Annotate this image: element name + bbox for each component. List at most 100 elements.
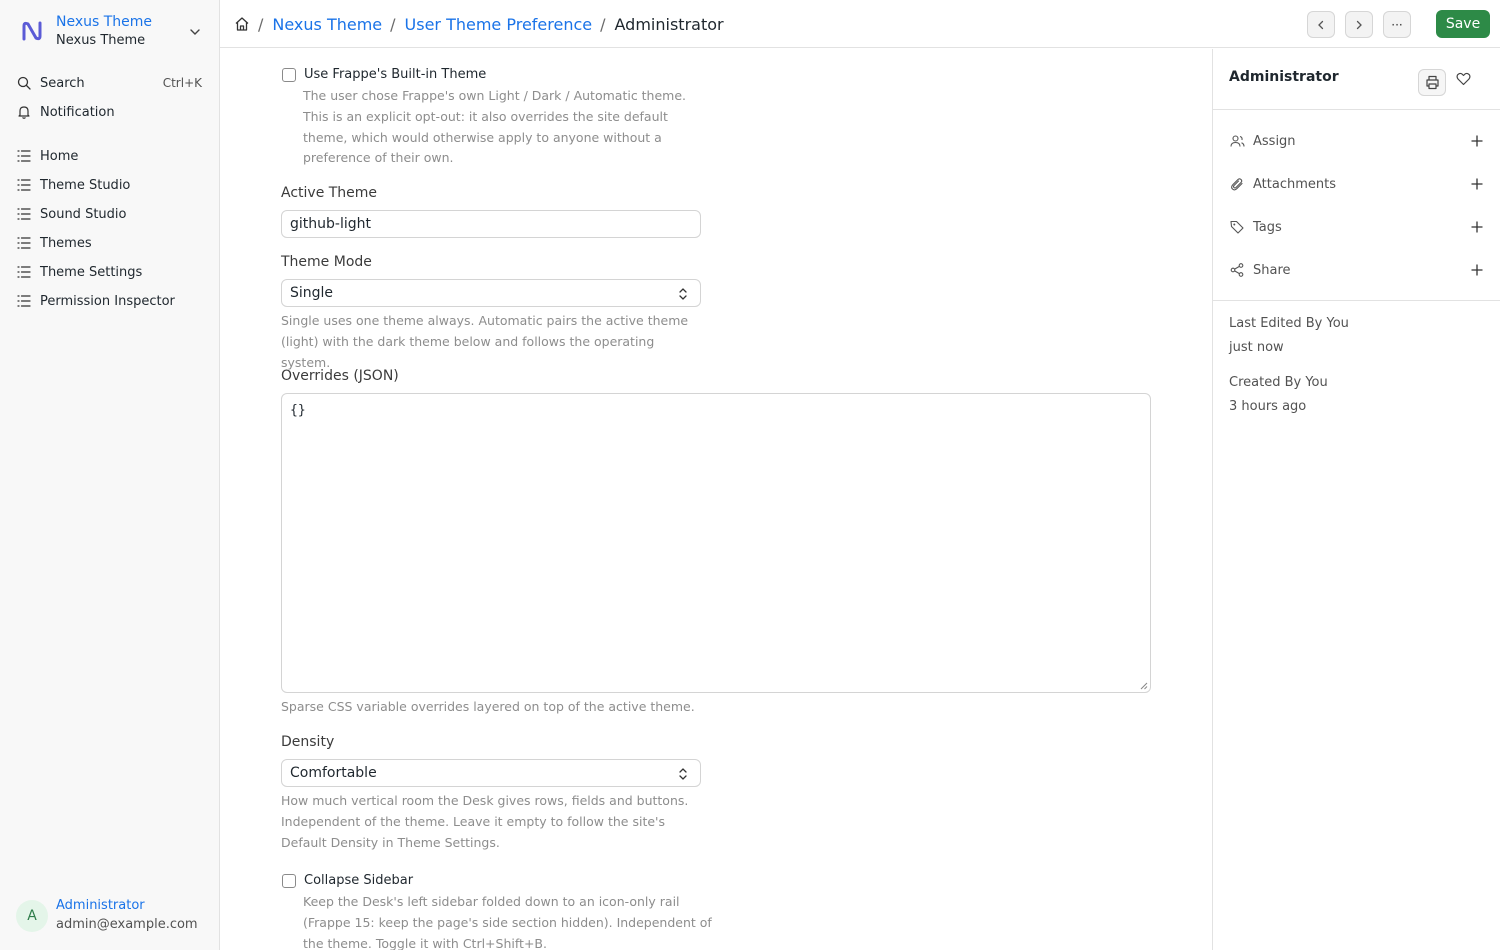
nexus-logo-icon <box>22 21 42 41</box>
avatar: A <box>16 900 48 932</box>
user-name: Administrator <box>56 898 145 913</box>
chevron-down-icon <box>190 29 200 35</box>
tags-label: Tags <box>1253 219 1282 235</box>
chevron-left-icon <box>1318 20 1324 29</box>
sidebar-item-label: Theme Settings <box>40 264 143 280</box>
sidebar-item-theme-settings[interactable]: Theme Settings <box>8 258 212 286</box>
builtin-theme-help: The user chose Frappe's own Light / Dark… <box>303 88 687 166</box>
search-label: Search <box>40 75 85 91</box>
assign-label: Assign <box>1253 133 1296 149</box>
assign-row[interactable]: Assign <box>1229 131 1485 151</box>
created-label: Created By You <box>1229 375 1328 390</box>
notification-button[interactable]: Notification <box>8 98 212 126</box>
notification-label: Notification <box>40 104 115 120</box>
user-menu[interactable]: A Administrator admin@example.com <box>16 898 212 934</box>
list-icon <box>16 148 32 164</box>
density-label: Density <box>281 734 335 750</box>
collapse-sidebar-checkbox[interactable] <box>282 873 296 888</box>
plus-icon[interactable] <box>1469 133 1485 149</box>
next-button[interactable] <box>1345 11 1373 38</box>
theme-mode-select[interactable]: Single <box>281 279 701 307</box>
list-icon <box>16 264 32 280</box>
breadcrumb: / Nexus Theme / User Theme Preference / … <box>234 12 724 36</box>
attachments-label: Attachments <box>1253 176 1336 192</box>
previous-button[interactable] <box>1307 11 1335 38</box>
top-bar: / Nexus Theme / User Theme Preference / … <box>220 0 1500 48</box>
builtin-theme-checkbox[interactable] <box>282 67 296 82</box>
chevron-right-icon <box>1356 20 1362 29</box>
users-icon <box>1229 133 1245 149</box>
app-title: Nexus Theme <box>56 14 153 30</box>
sidebar-item-label: Permission Inspector <box>40 293 175 309</box>
list-icon <box>16 206 32 222</box>
plus-icon[interactable] <box>1469 262 1485 278</box>
print-button[interactable] <box>1418 69 1446 96</box>
sidebar-item-sound-studio[interactable]: Sound Studio <box>8 200 212 228</box>
document-title: Administrator <box>1229 69 1339 85</box>
heart-icon <box>1456 72 1470 85</box>
collapse-sidebar-checkbox-row[interactable]: Collapse Sidebar <box>282 873 413 888</box>
created-value: 3 hours ago <box>1229 399 1307 414</box>
sidebar-item-label: Home <box>40 148 79 164</box>
share-row[interactable]: Share <box>1229 260 1485 280</box>
sidebar-item-themes[interactable]: Themes <box>8 229 212 257</box>
plus-icon[interactable] <box>1469 176 1485 192</box>
app-switcher[interactable]: Nexus Theme Nexus Theme <box>12 10 208 54</box>
search-icon <box>16 75 32 91</box>
collapse-sidebar-help: Keep the Desk's left sidebar folded down… <box>303 894 712 950</box>
overrides-label: Overrides (JSON) <box>281 368 399 384</box>
plus-icon[interactable] <box>1469 219 1485 235</box>
page-title: Administrator <box>614 14 724 34</box>
divider <box>1213 109 1500 110</box>
home-icon[interactable] <box>234 15 252 33</box>
printer-icon <box>1425 75 1439 90</box>
share-icon <box>1229 262 1245 278</box>
builtin-theme-checkbox-row[interactable]: Use Frappe's Built-in Theme <box>282 67 486 82</box>
theme-mode-help: Single uses one theme always. Automatic … <box>281 313 689 370</box>
form-main: Use Frappe's Built-in Theme The user cho… <box>220 49 1212 950</box>
density-help: How much vertical room the Desk gives ro… <box>281 793 689 850</box>
user-email: admin@example.com <box>56 917 198 932</box>
overrides-textarea[interactable]: {} <box>281 393 1151 693</box>
sidebar-item-home[interactable]: Home <box>8 142 212 170</box>
more-icon: ··· <box>1391 17 1403 32</box>
sidebar-item-label: Theme Studio <box>40 177 131 193</box>
sidebar-item-permission-inspector[interactable]: Permission Inspector <box>8 287 212 315</box>
bell-icon <box>16 104 32 120</box>
resize-handle-icon[interactable] <box>1140 682 1148 690</box>
app-subtitle: Nexus Theme <box>56 33 146 48</box>
list-icon <box>16 293 32 309</box>
attachments-row[interactable]: Attachments <box>1229 174 1485 194</box>
last-edited-value: just now <box>1229 340 1284 355</box>
like-button[interactable] <box>1449 65 1477 92</box>
tags-row[interactable]: Tags <box>1229 217 1485 237</box>
document-sidebar: Administrator Assign Attachments Tags Sh… <box>1212 49 1500 950</box>
collapse-sidebar-label: Collapse Sidebar <box>304 873 414 888</box>
select-arrows-icon <box>679 768 687 780</box>
active-theme-input[interactable]: github-light <box>281 210 701 238</box>
search-shortcut: Ctrl+K <box>162 76 202 90</box>
density-value: Comfortable <box>290 765 377 781</box>
overrides-help: Sparse CSS variable overrides layered on… <box>281 699 695 714</box>
overrides-value: {} <box>290 403 306 418</box>
search-button[interactable]: Search Ctrl+K <box>8 69 212 97</box>
left-sidebar: Nexus Theme Nexus Theme Search Ctrl+K No… <box>0 0 220 950</box>
theme-mode-value: Single <box>290 285 334 301</box>
breadcrumb-nexus-theme[interactable]: Nexus Theme <box>272 15 382 34</box>
tag-icon <box>1229 219 1245 235</box>
share-label: Share <box>1253 262 1291 278</box>
builtin-theme-label: Use Frappe's Built-in Theme <box>304 67 487 82</box>
breadcrumb-user-theme-preference[interactable]: User Theme Preference <box>405 15 593 34</box>
sidebar-item-label: Sound Studio <box>40 206 127 222</box>
more-actions-button[interactable]: ··· <box>1383 11 1411 38</box>
breadcrumb-separator: / <box>600 14 606 34</box>
list-icon <box>16 177 32 193</box>
list-icon <box>16 235 32 251</box>
select-arrows-icon <box>679 288 687 300</box>
density-select[interactable]: Comfortable <box>281 759 701 787</box>
save-button[interactable]: Save <box>1436 10 1490 38</box>
last-edited-label: Last Edited By You <box>1229 316 1349 331</box>
divider <box>1213 300 1500 301</box>
sidebar-item-theme-studio[interactable]: Theme Studio <box>8 171 212 199</box>
active-theme-label: Active Theme <box>281 185 378 201</box>
